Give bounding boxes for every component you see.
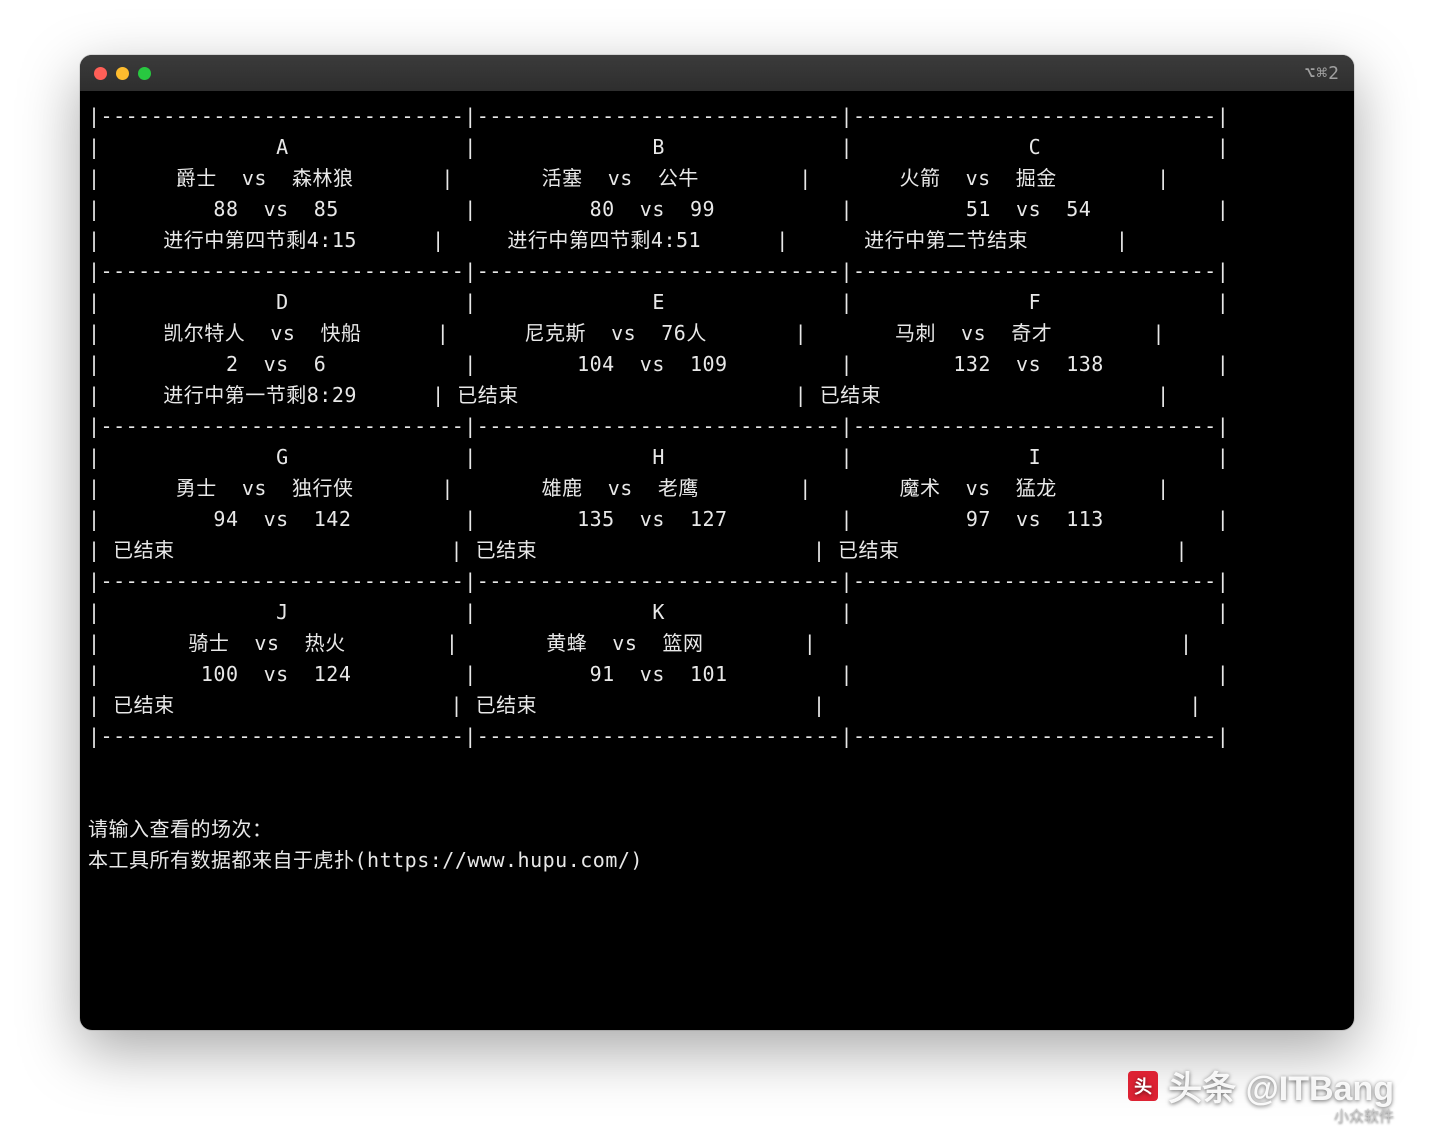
watermark-sub: 小众软件 — [1334, 1105, 1394, 1126]
maximize-icon[interactable] — [138, 67, 151, 80]
close-icon[interactable] — [94, 67, 107, 80]
terminal-output[interactable]: |-----------------------------|---------… — [80, 91, 1354, 876]
terminal-window: ⌥⌘2 |-----------------------------|-----… — [80, 55, 1354, 1030]
shortcut-label: ⌥⌘2 — [1304, 63, 1340, 84]
titlebar: ⌥⌘2 — [80, 55, 1354, 91]
minimize-icon[interactable] — [116, 67, 129, 80]
watermark-main: 头 头条 @ITBang — [1128, 1061, 1394, 1110]
toutiao-logo-icon: 头 — [1128, 1071, 1158, 1101]
watermark-text: 头条 @ITBang — [1168, 1061, 1394, 1110]
window-controls — [94, 67, 151, 80]
